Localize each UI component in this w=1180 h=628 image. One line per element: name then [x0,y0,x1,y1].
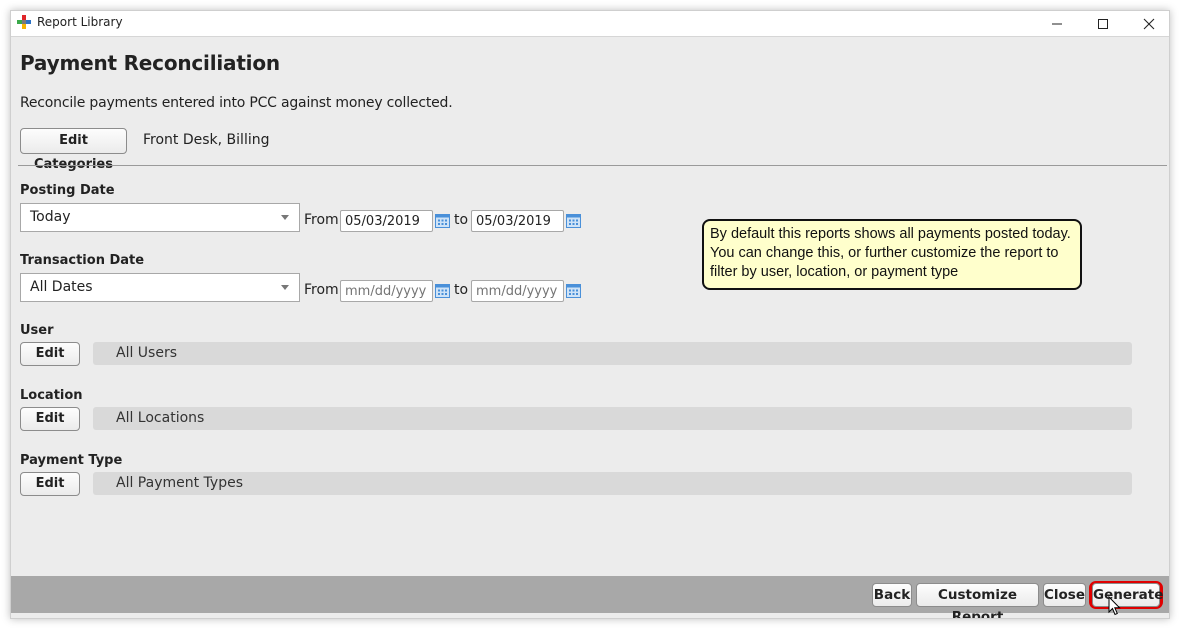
posting-from-label: From [304,212,339,228]
customize-report-button[interactable]: Customize Report [916,583,1039,618]
divider [18,165,1167,166]
posting-to-input[interactable] [471,210,564,232]
posting-from-input[interactable] [340,210,433,232]
calendar-icon[interactable] [566,283,581,298]
calendar-icon[interactable] [435,283,450,298]
posting-to-label: to [454,212,469,228]
transaction-date-selected: All Dates [30,279,93,295]
calendar-icon[interactable] [566,213,581,228]
close-window-button[interactable] [1126,11,1169,36]
transaction-date-select[interactable]: All Dates [20,273,300,302]
payment-type-value: All Payment Types [116,475,243,491]
user-value-box: All Users [93,342,1132,365]
posting-date-select[interactable]: Today [20,203,300,232]
edit-categories-button[interactable]: Edit Categories [20,128,127,172]
help-callout: By default this reports shows all paymen… [702,219,1082,290]
maximize-icon [1098,19,1108,29]
window-title: Report Library [37,15,123,29]
payment-type-label: Payment Type [20,453,123,468]
footer-bar: Back Customize Report Close Generate [11,576,1169,618]
transaction-from-input[interactable] [340,280,433,302]
chevron-down-icon [281,285,289,290]
back-button[interactable]: Back [872,583,912,607]
chevron-down-icon [281,215,289,220]
mouse-cursor-icon [1108,596,1121,616]
transaction-to-input[interactable] [471,280,564,302]
edit-location-button[interactable]: Edit [20,407,80,431]
location-value: All Locations [116,410,205,426]
location-value-box: All Locations [93,407,1132,430]
minimize-button[interactable] [1034,11,1080,36]
page-title: Payment Reconciliation [20,51,280,75]
payment-type-value-box: All Payment Types [93,472,1132,495]
close-icon [1143,18,1155,30]
categories-value: Front Desk, Billing [143,132,270,148]
report-library-window: Report Library Payment Reconciliation Re… [10,10,1170,619]
generate-button[interactable]: Generate [1092,583,1163,607]
user-value: All Users [116,345,178,361]
transaction-date-label: Transaction Date [20,253,145,268]
edit-payment-type-button[interactable]: Edit [20,472,80,496]
close-button[interactable]: Close [1043,583,1086,607]
app-logo-icon [17,15,31,29]
posting-date-selected: Today [30,209,71,225]
report-description: Reconcile payments entered into PCC agai… [20,95,453,111]
posting-date-label: Posting Date [20,183,115,198]
transaction-from-label: From [304,282,339,298]
location-label: Location [20,388,83,403]
minimize-icon [1052,23,1062,25]
user-label: User [20,323,54,338]
calendar-icon[interactable] [435,213,450,228]
transaction-to-label: to [454,282,469,298]
edit-user-button[interactable]: Edit [20,342,80,366]
maximize-button[interactable] [1080,11,1126,36]
title-bar: Report Library [11,11,1169,37]
